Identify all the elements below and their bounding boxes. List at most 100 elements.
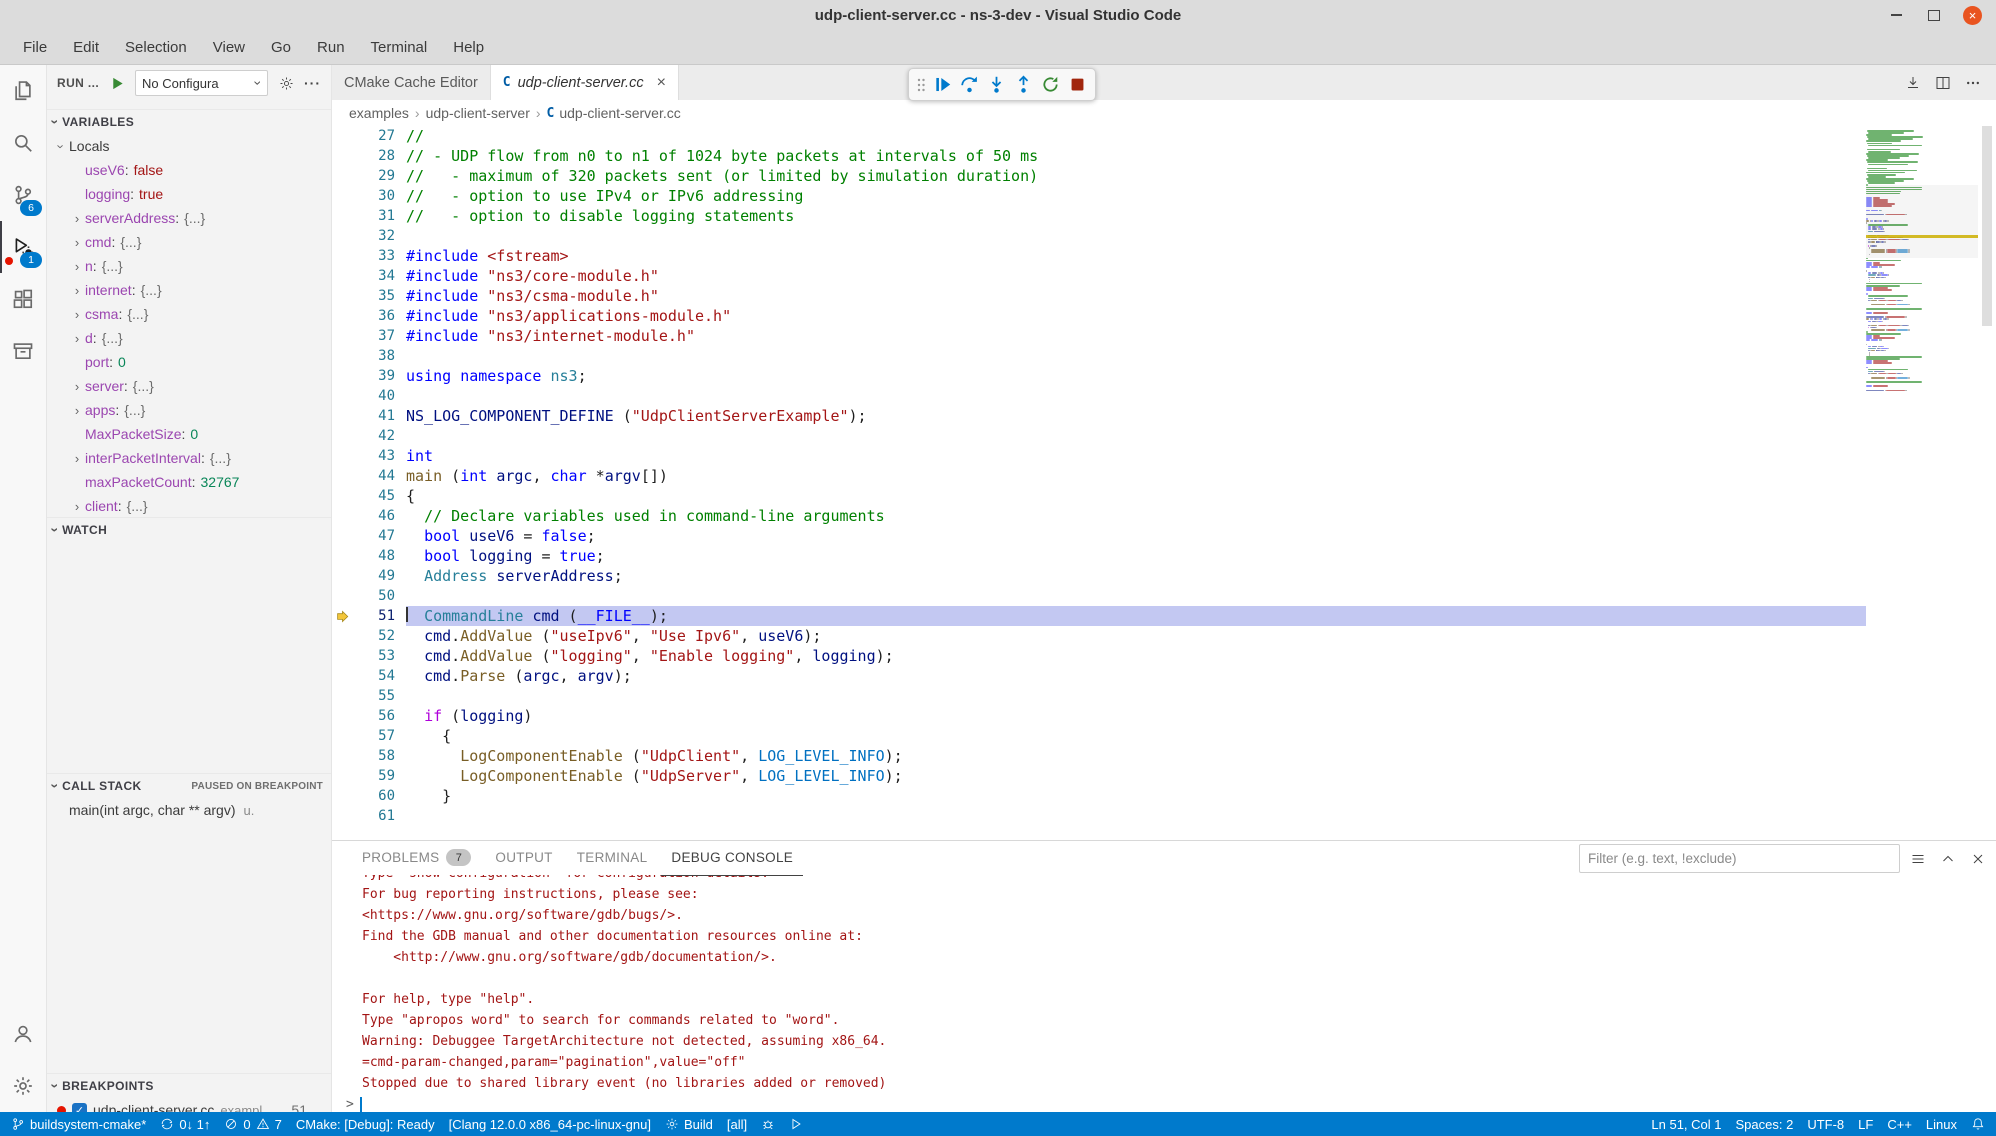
variable-apps[interactable]: ›apps:{...} xyxy=(47,398,331,422)
menu-go[interactable]: Go xyxy=(258,35,304,60)
editor-scrollbar[interactable] xyxy=(1978,126,1996,840)
chevron-right-icon[interactable]: › xyxy=(69,331,85,346)
code-line-37[interactable]: 37#include "ns3/internet-module.h" xyxy=(332,326,1996,346)
breadcrumb-udp-client-server[interactable]: udp-client-server xyxy=(426,105,530,121)
chevron-right-icon[interactable]: › xyxy=(69,307,85,322)
problems-item[interactable]: 0 7 xyxy=(217,1112,288,1136)
cmake-status-item[interactable]: CMake: [Debug]: Ready xyxy=(289,1112,442,1136)
breadcrumb-examples[interactable]: examples xyxy=(349,105,409,121)
code-line-52[interactable]: 52 cmd.AddValue ("useIpv6", "Use Ipv6", … xyxy=(332,626,1996,646)
toolbar-drag-handle[interactable] xyxy=(914,72,928,97)
menu-edit[interactable]: Edit xyxy=(60,35,112,60)
menu-view[interactable]: View xyxy=(200,35,258,60)
variable-port[interactable]: port:0 xyxy=(47,350,331,374)
code-line-32[interactable]: 32 xyxy=(332,226,1996,246)
os-item[interactable]: Linux xyxy=(1919,1117,1964,1132)
variable-n[interactable]: ›n:{...} xyxy=(47,254,331,278)
code-line-46[interactable]: 46 // Declare variables used in command-… xyxy=(332,506,1996,526)
activity-source-control[interactable]: 6 xyxy=(0,169,46,221)
indentation-item[interactable]: Spaces: 2 xyxy=(1729,1117,1801,1132)
maximize-button[interactable] xyxy=(1925,6,1943,24)
console-options-icon[interactable] xyxy=(1906,847,1930,871)
menu-selection[interactable]: Selection xyxy=(112,35,200,60)
tab-problems[interactable]: PROBLEMS 7 xyxy=(352,841,481,876)
code-line-59[interactable]: 59 LogComponentEnable ("UdpServer", LOG_… xyxy=(332,766,1996,786)
close-panel-icon[interactable] xyxy=(1966,847,1990,871)
maximize-panel-icon[interactable] xyxy=(1936,847,1960,871)
tab-debug-console[interactable]: DEBUG CONSOLE xyxy=(661,841,803,876)
breakpoint-checkbox[interactable]: ✓ xyxy=(72,1103,87,1113)
close-button[interactable]: × xyxy=(1963,6,1982,25)
encoding-item[interactable]: UTF-8 xyxy=(1800,1117,1851,1132)
scope-locals[interactable]: › Locals xyxy=(47,134,331,158)
chevron-right-icon[interactable]: › xyxy=(69,259,85,274)
variable-serverAddress[interactable]: ›serverAddress:{...} xyxy=(47,206,331,230)
code-line-55[interactable]: 55 xyxy=(332,686,1996,706)
code-line-57[interactable]: 57 { xyxy=(332,726,1996,746)
activity-account[interactable] xyxy=(0,1008,46,1060)
chevron-right-icon[interactable]: › xyxy=(69,499,85,514)
console-filter-input[interactable] xyxy=(1579,844,1900,873)
code-line-51[interactable]: 51 CommandLine cmd (__FILE__); xyxy=(332,606,1996,626)
split-editor-icon[interactable] xyxy=(1930,70,1956,96)
code-line-56[interactable]: 56 if (logging) xyxy=(332,706,1996,726)
code-line-34[interactable]: 34#include "ns3/core-module.h" xyxy=(332,266,1996,286)
cmake-launch-item[interactable] xyxy=(782,1112,810,1136)
code-line-60[interactable]: 60 } xyxy=(332,786,1996,806)
close-tab-icon[interactable]: × xyxy=(657,74,666,92)
code-line-33[interactable]: 33#include <fstream> xyxy=(332,246,1996,266)
code-line-48[interactable]: 48 bool logging = true; xyxy=(332,546,1996,566)
scrollbar-thumb[interactable] xyxy=(1982,126,1992,326)
code-line-27[interactable]: 27// xyxy=(332,126,1996,146)
code-editor[interactable]: 27//28// - UDP flow from n0 to n1 of 102… xyxy=(332,126,1996,840)
more-actions-icon[interactable] xyxy=(1960,70,1986,96)
stack-frame-main[interactable]: main(int argc, char ** argv) u. xyxy=(47,798,331,822)
eol-item[interactable]: LF xyxy=(1851,1117,1880,1132)
variables-header[interactable]: › VARIABLES xyxy=(47,109,331,134)
chevron-right-icon[interactable]: › xyxy=(69,235,85,250)
git-sync-item[interactable]: 0↓ 1↑ xyxy=(153,1112,217,1136)
variable-useV6[interactable]: useV6:false xyxy=(47,158,331,182)
code-line-44[interactable]: 44main (int argc, char *argv[]) xyxy=(332,466,1996,486)
variable-cmd[interactable]: ›cmd:{...} xyxy=(47,230,331,254)
code-line-47[interactable]: 47 bool useV6 = false; xyxy=(332,526,1996,546)
menu-run[interactable]: Run xyxy=(304,35,358,60)
chevron-right-icon[interactable]: › xyxy=(69,403,85,418)
menu-terminal[interactable]: Terminal xyxy=(358,35,441,60)
debug-more-actions[interactable]: ··· xyxy=(304,75,321,91)
cmake-build-target-item[interactable]: [all] xyxy=(720,1112,754,1136)
chevron-right-icon[interactable]: › xyxy=(69,451,85,466)
chevron-right-icon[interactable]: › xyxy=(69,379,85,394)
breakpoint-item[interactable]: ✓ udp-client-server.cc exampl... 51 xyxy=(47,1098,331,1112)
variable-MaxPacketSize[interactable]: MaxPacketSize:0 xyxy=(47,422,331,446)
code-line-41[interactable]: 41NS_LOG_COMPONENT_DEFINE ("UdpClientSer… xyxy=(332,406,1996,426)
code-line-31[interactable]: 31// - option to disable logging stateme… xyxy=(332,206,1996,226)
debug-console-output[interactable]: Type "show configuration" for configurat… xyxy=(332,875,1996,1112)
tab-output[interactable]: OUTPUT xyxy=(485,841,562,876)
code-line-39[interactable]: 39using namespace ns3; xyxy=(332,366,1996,386)
minimize-button[interactable] xyxy=(1887,6,1905,24)
code-line-45[interactable]: 45{ xyxy=(332,486,1996,506)
code-line-50[interactable]: 50 xyxy=(332,586,1996,606)
code-line-42[interactable]: 42 xyxy=(332,426,1996,446)
tab-terminal[interactable]: TERMINAL xyxy=(567,841,658,876)
step-out-button[interactable] xyxy=(1011,72,1036,97)
code-line-28[interactable]: 28// - UDP flow from n0 to n1 of 1024 by… xyxy=(332,146,1996,166)
tab-cmake-cache-editor[interactable]: CMake Cache Editor xyxy=(332,65,491,100)
activity-search[interactable] xyxy=(0,117,46,169)
code-line-29[interactable]: 29// - maximum of 320 packets sent (or l… xyxy=(332,166,1996,186)
code-line-38[interactable]: 38 xyxy=(332,346,1996,366)
start-debugging-button[interactable] xyxy=(106,72,128,94)
chevron-right-icon[interactable]: › xyxy=(69,211,85,226)
breadcrumb-file[interactable]: Cudp-client-server.cc xyxy=(547,105,681,121)
notifications-item[interactable] xyxy=(1964,1117,1992,1131)
code-line-49[interactable]: 49 Address serverAddress; xyxy=(332,566,1996,586)
variable-d[interactable]: ›d:{...} xyxy=(47,326,331,350)
cmake-kit-item[interactable]: [Clang 12.0.0 x86_64-pc-linux-gnu] xyxy=(442,1112,658,1136)
activity-archive[interactable] xyxy=(0,325,46,377)
debug-console-input[interactable]: > xyxy=(346,1094,1996,1112)
variable-maxPacketCount[interactable]: maxPacketCount:32767 xyxy=(47,470,331,494)
debug-config-dropdown[interactable]: No Configura › xyxy=(135,70,268,96)
cmake-build-item[interactable]: Build xyxy=(658,1112,720,1136)
chevron-right-icon[interactable]: › xyxy=(69,283,85,298)
